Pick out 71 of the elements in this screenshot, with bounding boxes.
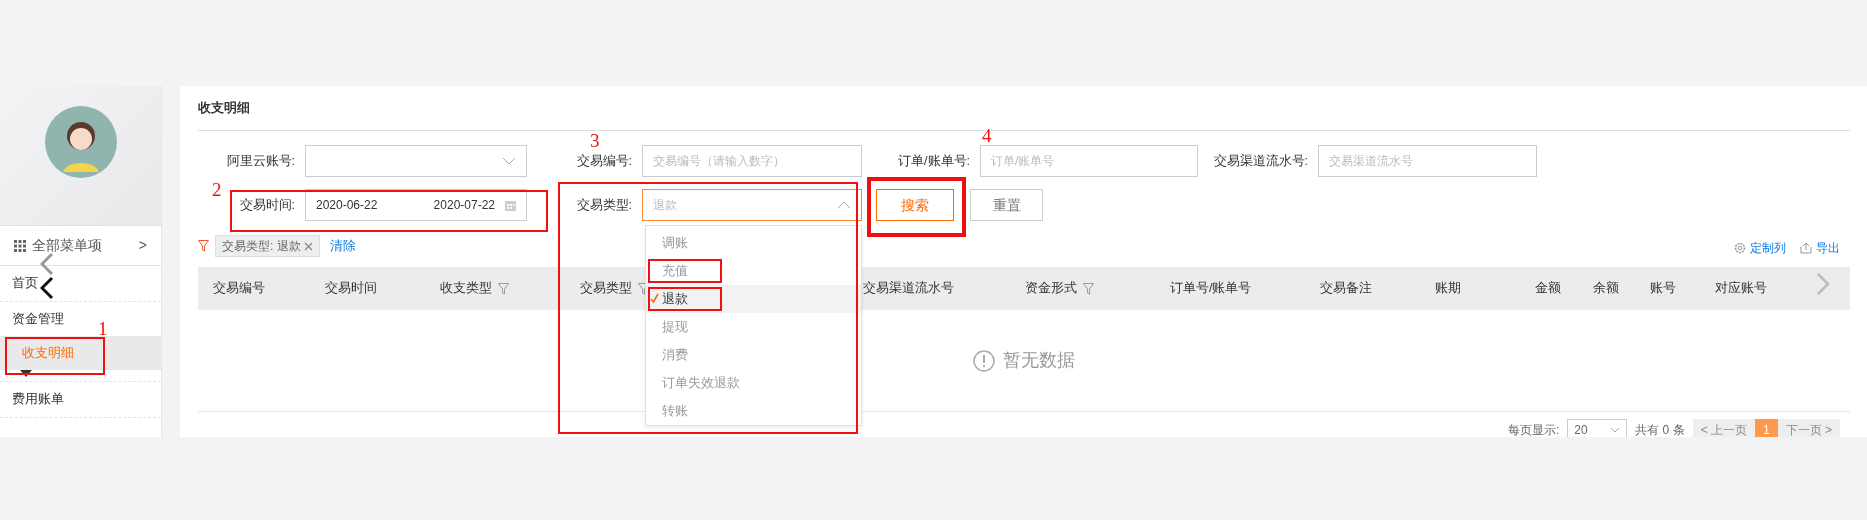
menu-label: 全部菜单项 xyxy=(32,236,103,255)
column-header: 对应账号 xyxy=(1715,280,1767,298)
column-header: 交易备注 xyxy=(1320,280,1372,298)
input-field[interactable]: 交易渠道流水号 xyxy=(1318,145,1537,177)
select-field[interactable] xyxy=(305,145,527,177)
column-header: 账期 xyxy=(1435,280,1461,298)
checkmark-icon xyxy=(650,293,659,303)
input-field[interactable]: 订单/账单号 xyxy=(980,145,1198,177)
close-icon xyxy=(303,241,313,251)
field-label: 交易类型: xyxy=(576,196,633,214)
annotation-number: 3 xyxy=(590,131,600,150)
chevron-right-icon xyxy=(1816,272,1830,296)
dropdown-option[interactable]: 退款 xyxy=(646,285,861,313)
sidebar-item[interactable]: 收支明细 xyxy=(22,343,74,363)
export-link[interactable]: 导出 xyxy=(1800,239,1840,257)
page-size-select[interactable]: 20 xyxy=(1567,419,1628,437)
search-button[interactable]: 搜索 xyxy=(876,189,954,221)
column-header: 交易类型 xyxy=(580,280,632,298)
grid-icon xyxy=(14,239,26,252)
calendar-icon xyxy=(505,199,516,211)
filter-icon xyxy=(198,240,209,252)
export-icon xyxy=(1800,242,1812,254)
field-label: 订单/账单号: xyxy=(898,152,971,170)
avatar-icon xyxy=(44,106,117,178)
dropdown-option[interactable]: 消费 xyxy=(646,341,861,369)
warning-icon xyxy=(973,349,995,372)
dropdown-option[interactable]: 提现 xyxy=(646,313,861,341)
input-field[interactable]: 交易编号（请输入数字） xyxy=(642,145,862,177)
chevron-down-icon xyxy=(1610,427,1621,433)
date-range-field[interactable]: 2020-06-22 2020-07-22 xyxy=(305,189,527,221)
filter-tag[interactable]: 交易类型: 退款 xyxy=(215,235,320,257)
column-header: 交易编号 xyxy=(213,280,265,298)
sidebar-item[interactable]: 费用账单 xyxy=(12,390,64,409)
menu-header[interactable]: 全部菜单项 > xyxy=(0,226,161,266)
dropdown-option[interactable]: 调账 xyxy=(646,229,861,257)
annotation-number: 1 xyxy=(98,319,108,338)
empty-message: 暂无数据 xyxy=(1003,349,1075,372)
select-value: 退款 xyxy=(653,197,678,214)
field-label: 阿里云账号: xyxy=(226,152,296,170)
chevron-left-icon xyxy=(40,252,54,276)
sidebar-item[interactable]: 资金管理 xyxy=(12,309,64,329)
column-header: 资金形式 xyxy=(1025,280,1077,298)
column-header: 收支类型 xyxy=(440,280,492,298)
column-header: 交易渠道流水号 xyxy=(863,280,954,298)
chevron-down-icon xyxy=(502,157,516,165)
total-count: 共有 0 条 xyxy=(1635,422,1685,437)
chevron-up-icon xyxy=(837,201,851,209)
settings-icon xyxy=(1734,242,1746,254)
column-header: 余额 xyxy=(1593,280,1619,298)
dropdown-option[interactable]: 充值 xyxy=(646,257,861,285)
prev-page-button[interactable]: < 上一页 xyxy=(1692,419,1755,437)
chevron-left-icon xyxy=(40,276,54,300)
column-header: 订单号/账单号 xyxy=(1170,280,1252,298)
field-label: 交易渠道流水号: xyxy=(1213,152,1309,170)
column-header: 账号 xyxy=(1650,280,1676,298)
dropdown-option[interactable]: 订单失效退款 xyxy=(646,369,861,397)
customize-columns-link[interactable]: 定制列 xyxy=(1734,239,1786,257)
clear-link[interactable]: 清除 xyxy=(329,236,356,256)
annotation-number: 2 xyxy=(212,180,222,199)
reset-button[interactable]: 重置 xyxy=(970,189,1043,221)
column-header: 金额 xyxy=(1535,280,1561,298)
dropdown-option[interactable]: 转账 xyxy=(646,397,861,425)
page-size-label: 每页显示: xyxy=(1507,422,1560,437)
field-label: 交易时间: xyxy=(239,196,296,214)
sidebar-item[interactable]: 首页 xyxy=(12,274,38,293)
date-value: 2020-07-22 xyxy=(433,197,495,214)
next-page-button[interactable]: 下一页 > xyxy=(1777,419,1840,437)
date-value: 2020-06-22 xyxy=(316,197,378,214)
field-label: 交易编号: xyxy=(576,152,633,170)
column-header: 交易时间 xyxy=(325,280,377,298)
menu-arrow: > xyxy=(138,236,147,255)
